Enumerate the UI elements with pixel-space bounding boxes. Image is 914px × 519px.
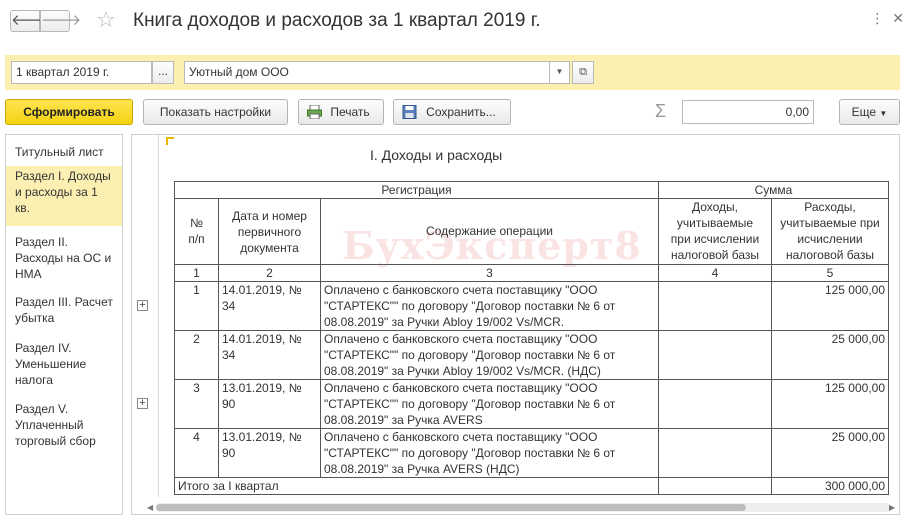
title-bar: 🡐 🡒 ☆ Книга доходов и расходов за 1 квар… xyxy=(0,0,914,46)
column-number: 5 xyxy=(771,264,889,282)
row-num: 3 xyxy=(174,379,219,429)
row-expense: 125 000,00 xyxy=(771,379,889,429)
chevron-down-icon: ▼ xyxy=(879,109,888,118)
table-row[interactable]: 4 13.01.2019, № 90 Оплачено с банковског… xyxy=(174,428,889,478)
expand-group-icon[interactable]: + xyxy=(137,300,148,311)
more-button[interactable]: Еще ▼ xyxy=(839,99,900,125)
section-item-section-5[interactable]: Раздел V. Уплаченный торговый сбор xyxy=(6,399,122,451)
row-document: 13.01.2019, № 90 xyxy=(218,428,321,478)
row-income xyxy=(658,428,772,478)
total-expense: 300 000,00 xyxy=(771,477,889,495)
floppy-disk-icon xyxy=(402,105,417,119)
sigma-icon: Σ xyxy=(655,101,667,121)
save-button[interactable]: Сохранить... xyxy=(393,99,511,125)
organization-dropdown-button[interactable]: ▼ xyxy=(550,61,570,84)
row-document: 13.01.2019, № 90 xyxy=(218,379,321,429)
organization-field[interactable]: Уютный дом ООО xyxy=(184,61,550,84)
row-expense: 25 000,00 xyxy=(771,428,889,478)
row-document: 14.01.2019, № 34 xyxy=(218,330,321,380)
table-row[interactable]: 3 13.01.2019, № 90 Оплачено с банковског… xyxy=(174,379,889,429)
row-income xyxy=(658,281,772,331)
income-expense-table: Регистрация Сумма № п/п Дата и номер пер… xyxy=(174,181,889,495)
row-expense: 25 000,00 xyxy=(771,330,889,380)
table-row[interactable]: 2 14.01.2019, № 34 Оплачено с банковског… xyxy=(174,330,889,380)
report-section-title: I. Доходы и расходы xyxy=(370,147,503,163)
show-settings-button[interactable]: Показать настройки xyxy=(143,99,288,125)
section-item-title-page[interactable]: Титульный лист xyxy=(6,142,122,162)
total-income xyxy=(658,477,772,495)
header-registration: Регистрация xyxy=(174,181,659,199)
printer-icon xyxy=(307,105,322,119)
chevron-down-icon: ▼ xyxy=(555,67,564,76)
header-expense: Расходы, учитываемые при исчислении нало… xyxy=(771,198,889,265)
selection-sum-field[interactable]: 0,00 xyxy=(682,100,814,124)
table-row[interactable]: 1 14.01.2019, № 34 Оплачено с банковског… xyxy=(174,281,889,331)
section-item-section-3[interactable]: Раздел III. Расчет убытка xyxy=(6,292,122,328)
period-field[interactable]: 1 квартал 2019 г. xyxy=(11,61,152,84)
row-num: 1 xyxy=(174,281,219,331)
section-item-section-4[interactable]: Раздел IV. Уменьшение налога xyxy=(6,338,122,390)
expand-group-icon[interactable]: + xyxy=(137,398,148,409)
print-button[interactable]: Печать xyxy=(298,99,384,125)
generate-button[interactable]: Сформировать xyxy=(5,99,133,125)
row-content: Оплачено с банковского счета поставщику … xyxy=(320,330,659,380)
column-number: 3 xyxy=(320,264,659,282)
save-button-label: Сохранить... xyxy=(426,105,496,119)
column-number: 2 xyxy=(218,264,321,282)
header-income: Доходы, учитываемые при исчислении налог… xyxy=(658,198,772,265)
row-content: Оплачено с банковского счета поставщику … xyxy=(320,428,659,478)
column-number: 4 xyxy=(658,264,772,282)
row-income xyxy=(658,330,772,380)
total-row[interactable]: Итого за I квартал 300 000,00 xyxy=(174,477,889,495)
organization-open-button[interactable]: ⧉ xyxy=(572,61,594,84)
column-number: 1 xyxy=(174,264,219,282)
row-expense: 125 000,00 xyxy=(771,281,889,331)
print-button-label: Печать xyxy=(330,105,370,119)
period-select-button[interactable]: ... xyxy=(152,61,174,84)
report-area: + + I. Доходы и расходы БухЭксперт8 Реги… xyxy=(131,134,900,515)
header-date-doc: Дата и номер первичного документа xyxy=(218,198,321,265)
star-icon[interactable]: ☆ xyxy=(96,8,116,32)
forward-button[interactable]: 🡒 xyxy=(40,10,81,32)
section-list: Титульный лист Раздел I. Доходы и расход… xyxy=(5,134,123,515)
section-item-section-1[interactable]: Раздел I. Доходы и расходы за 1 кв. xyxy=(6,166,122,226)
row-num: 4 xyxy=(174,428,219,478)
header-num: № п/п xyxy=(174,198,219,265)
window-title: Книга доходов и расходов за 1 квартал 20… xyxy=(133,10,541,31)
total-label: Итого за I квартал xyxy=(174,477,659,495)
grouping-gutter xyxy=(158,135,159,497)
row-content: Оплачено с банковского счета поставщику … xyxy=(320,379,659,429)
more-button-label: Еще xyxy=(851,105,877,119)
back-button[interactable]: 🡐 xyxy=(10,10,51,32)
scroll-left-icon[interactable]: ◀ xyxy=(147,503,153,512)
open-window-icon: ⧉ xyxy=(579,66,587,78)
row-num: 2 xyxy=(174,330,219,380)
scrollbar-thumb[interactable] xyxy=(156,504,746,511)
cell-cursor-marker xyxy=(166,137,174,145)
row-document: 14.01.2019, № 34 xyxy=(218,281,321,331)
row-income xyxy=(658,379,772,429)
horizontal-scrollbar[interactable] xyxy=(156,503,891,512)
window-controls[interactable]: ⋮ ✕ xyxy=(870,10,906,27)
header-sum: Сумма xyxy=(658,181,889,199)
arrow-right-icon: 🡒 xyxy=(41,12,82,29)
parameters-bar: 1 квартал 2019 г. ... Уютный дом ООО ▼ ⧉ xyxy=(5,55,900,90)
scroll-right-icon[interactable]: ▶ xyxy=(889,503,895,512)
header-content: Содержание операции xyxy=(320,198,659,265)
row-content: Оплачено с банковского счета поставщику … xyxy=(320,281,659,331)
section-item-section-2[interactable]: Раздел II. Расходы на ОС и НМА xyxy=(6,232,122,284)
